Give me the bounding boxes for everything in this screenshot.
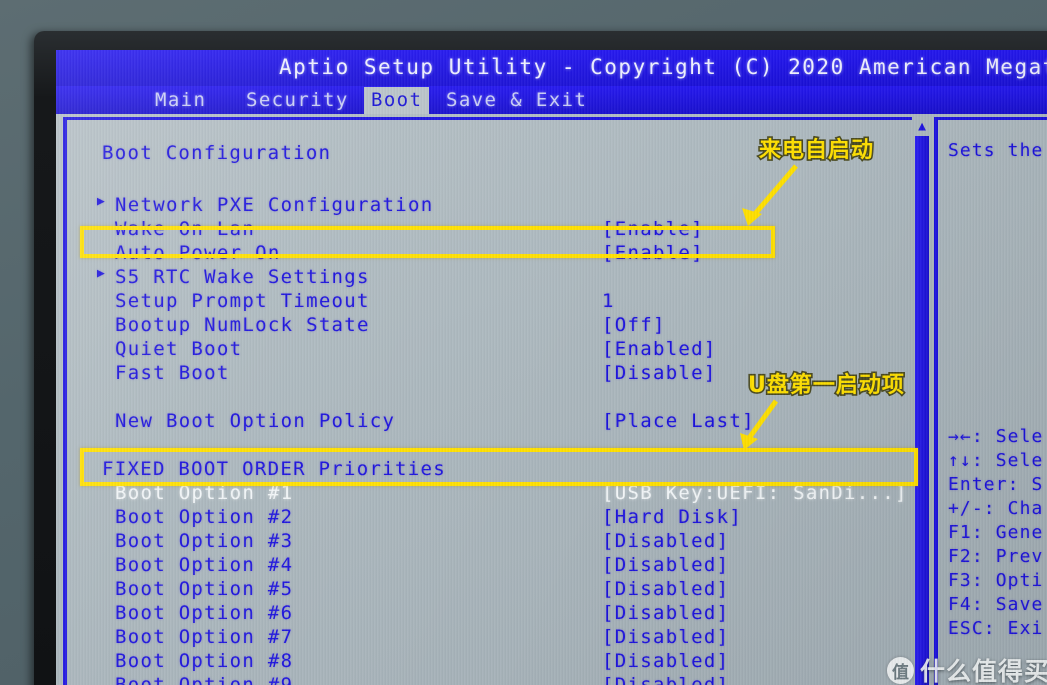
annotation-arrow-auto-power-on <box>742 164 798 226</box>
page-title: Aptio Setup Utility - Copyright (C) 2020… <box>279 55 1047 79</box>
annotation-label-auto-power-on: 来电自启动 <box>757 136 875 164</box>
boot-option-row-6[interactable]: Boot Option #6 [Disabled] <box>67 602 912 625</box>
setting-row-quiet-boot[interactable]: Quiet Boot [Enabled] <box>67 338 912 361</box>
boot-option-row-9[interactable]: Boot Option #9 [Disabled] <box>67 674 912 685</box>
setting-row-s5-rtc-wake-settings[interactable]: ▶ S5 RTC Wake Settings <box>67 266 912 289</box>
tab-main[interactable]: Main <box>148 87 213 114</box>
title-bar: Aptio Setup Utility - Copyright (C) 2020… <box>56 50 1047 86</box>
setting-row-bootup-numlock-state[interactable]: Bootup NumLock State [Off] <box>67 314 912 337</box>
boot-option-row-3[interactable]: Boot Option #3 [Disabled] <box>67 530 912 553</box>
bios-screen: Aptio Setup Utility - Copyright (C) 2020… <box>56 50 1047 685</box>
hotkey-enter-select: Enter: S <box>948 474 1044 495</box>
boot-option-row-4[interactable]: Boot Option #4 [Disabled] <box>67 554 912 577</box>
annotation-arrow-usb-first-boot <box>740 399 779 450</box>
content-area: Boot Configuration ▶ Network PXE Configu… <box>56 114 1047 685</box>
tab-bar[interactable]: Main Security Boot Save & Exit <box>56 86 1047 114</box>
watermark-text: 什么值得买 <box>919 657 1047 685</box>
tab-boot[interactable]: Boot <box>364 87 430 114</box>
monitor-photo: Aptio Setup Utility - Copyright (C) 2020… <box>0 0 1047 685</box>
tab-security[interactable]: Security <box>239 87 356 114</box>
submenu-arrow-icon: ▶ <box>97 266 107 281</box>
hotkey-f1-general: F1: Gene <box>948 522 1044 543</box>
boot-option-row-5[interactable]: Boot Option #5 [Disabled] <box>67 578 912 601</box>
watermark-logo: 值 <box>886 656 914 684</box>
scroll-up-arrow-icon[interactable]: ▲ <box>914 120 930 134</box>
boot-option-row-7[interactable]: Boot Option #7 [Disabled] <box>67 626 912 649</box>
scrollbar-thumb[interactable] <box>915 136 929 685</box>
hotkey-f2-previous: F2: Prev <box>948 546 1044 567</box>
hotkey-change-option: +/-: Cha <box>948 498 1044 519</box>
hotkey-f3-optimized: F3: Opti <box>948 570 1044 591</box>
help-description: Sets the <box>948 140 1044 161</box>
annotation-label-usb-first-boot: U盘第一启动项 <box>746 371 905 399</box>
vertical-scrollbar[interactable]: ▲ <box>912 120 932 685</box>
hotkey-select-item: ↑↓: Sele <box>948 450 1044 471</box>
watermark: 值 什么值得买 <box>886 652 1047 685</box>
submenu-arrow-icon: ▶ <box>97 194 107 209</box>
hotkey-f4-save: F4: Save <box>948 594 1044 615</box>
hotkey-select-screen: →←: Sele <box>948 426 1044 447</box>
hotkey-esc-exit: ESC: Exi <box>948 618 1044 639</box>
tab-save-exit[interactable]: Save & Exit <box>439 87 594 114</box>
annotation-box-auto-power-on <box>80 226 775 258</box>
help-panel: Sets the →←: Sele ↑↓: Sele Enter: S +/-:… <box>934 117 1047 685</box>
setting-row-setup-prompt-timeout[interactable]: Setup Prompt Timeout 1 <box>67 290 912 313</box>
boot-option-row-8[interactable]: Boot Option #8 [Disabled] <box>67 650 912 673</box>
boot-option-row-2[interactable]: Boot Option #2 [Hard Disk] <box>67 506 912 529</box>
